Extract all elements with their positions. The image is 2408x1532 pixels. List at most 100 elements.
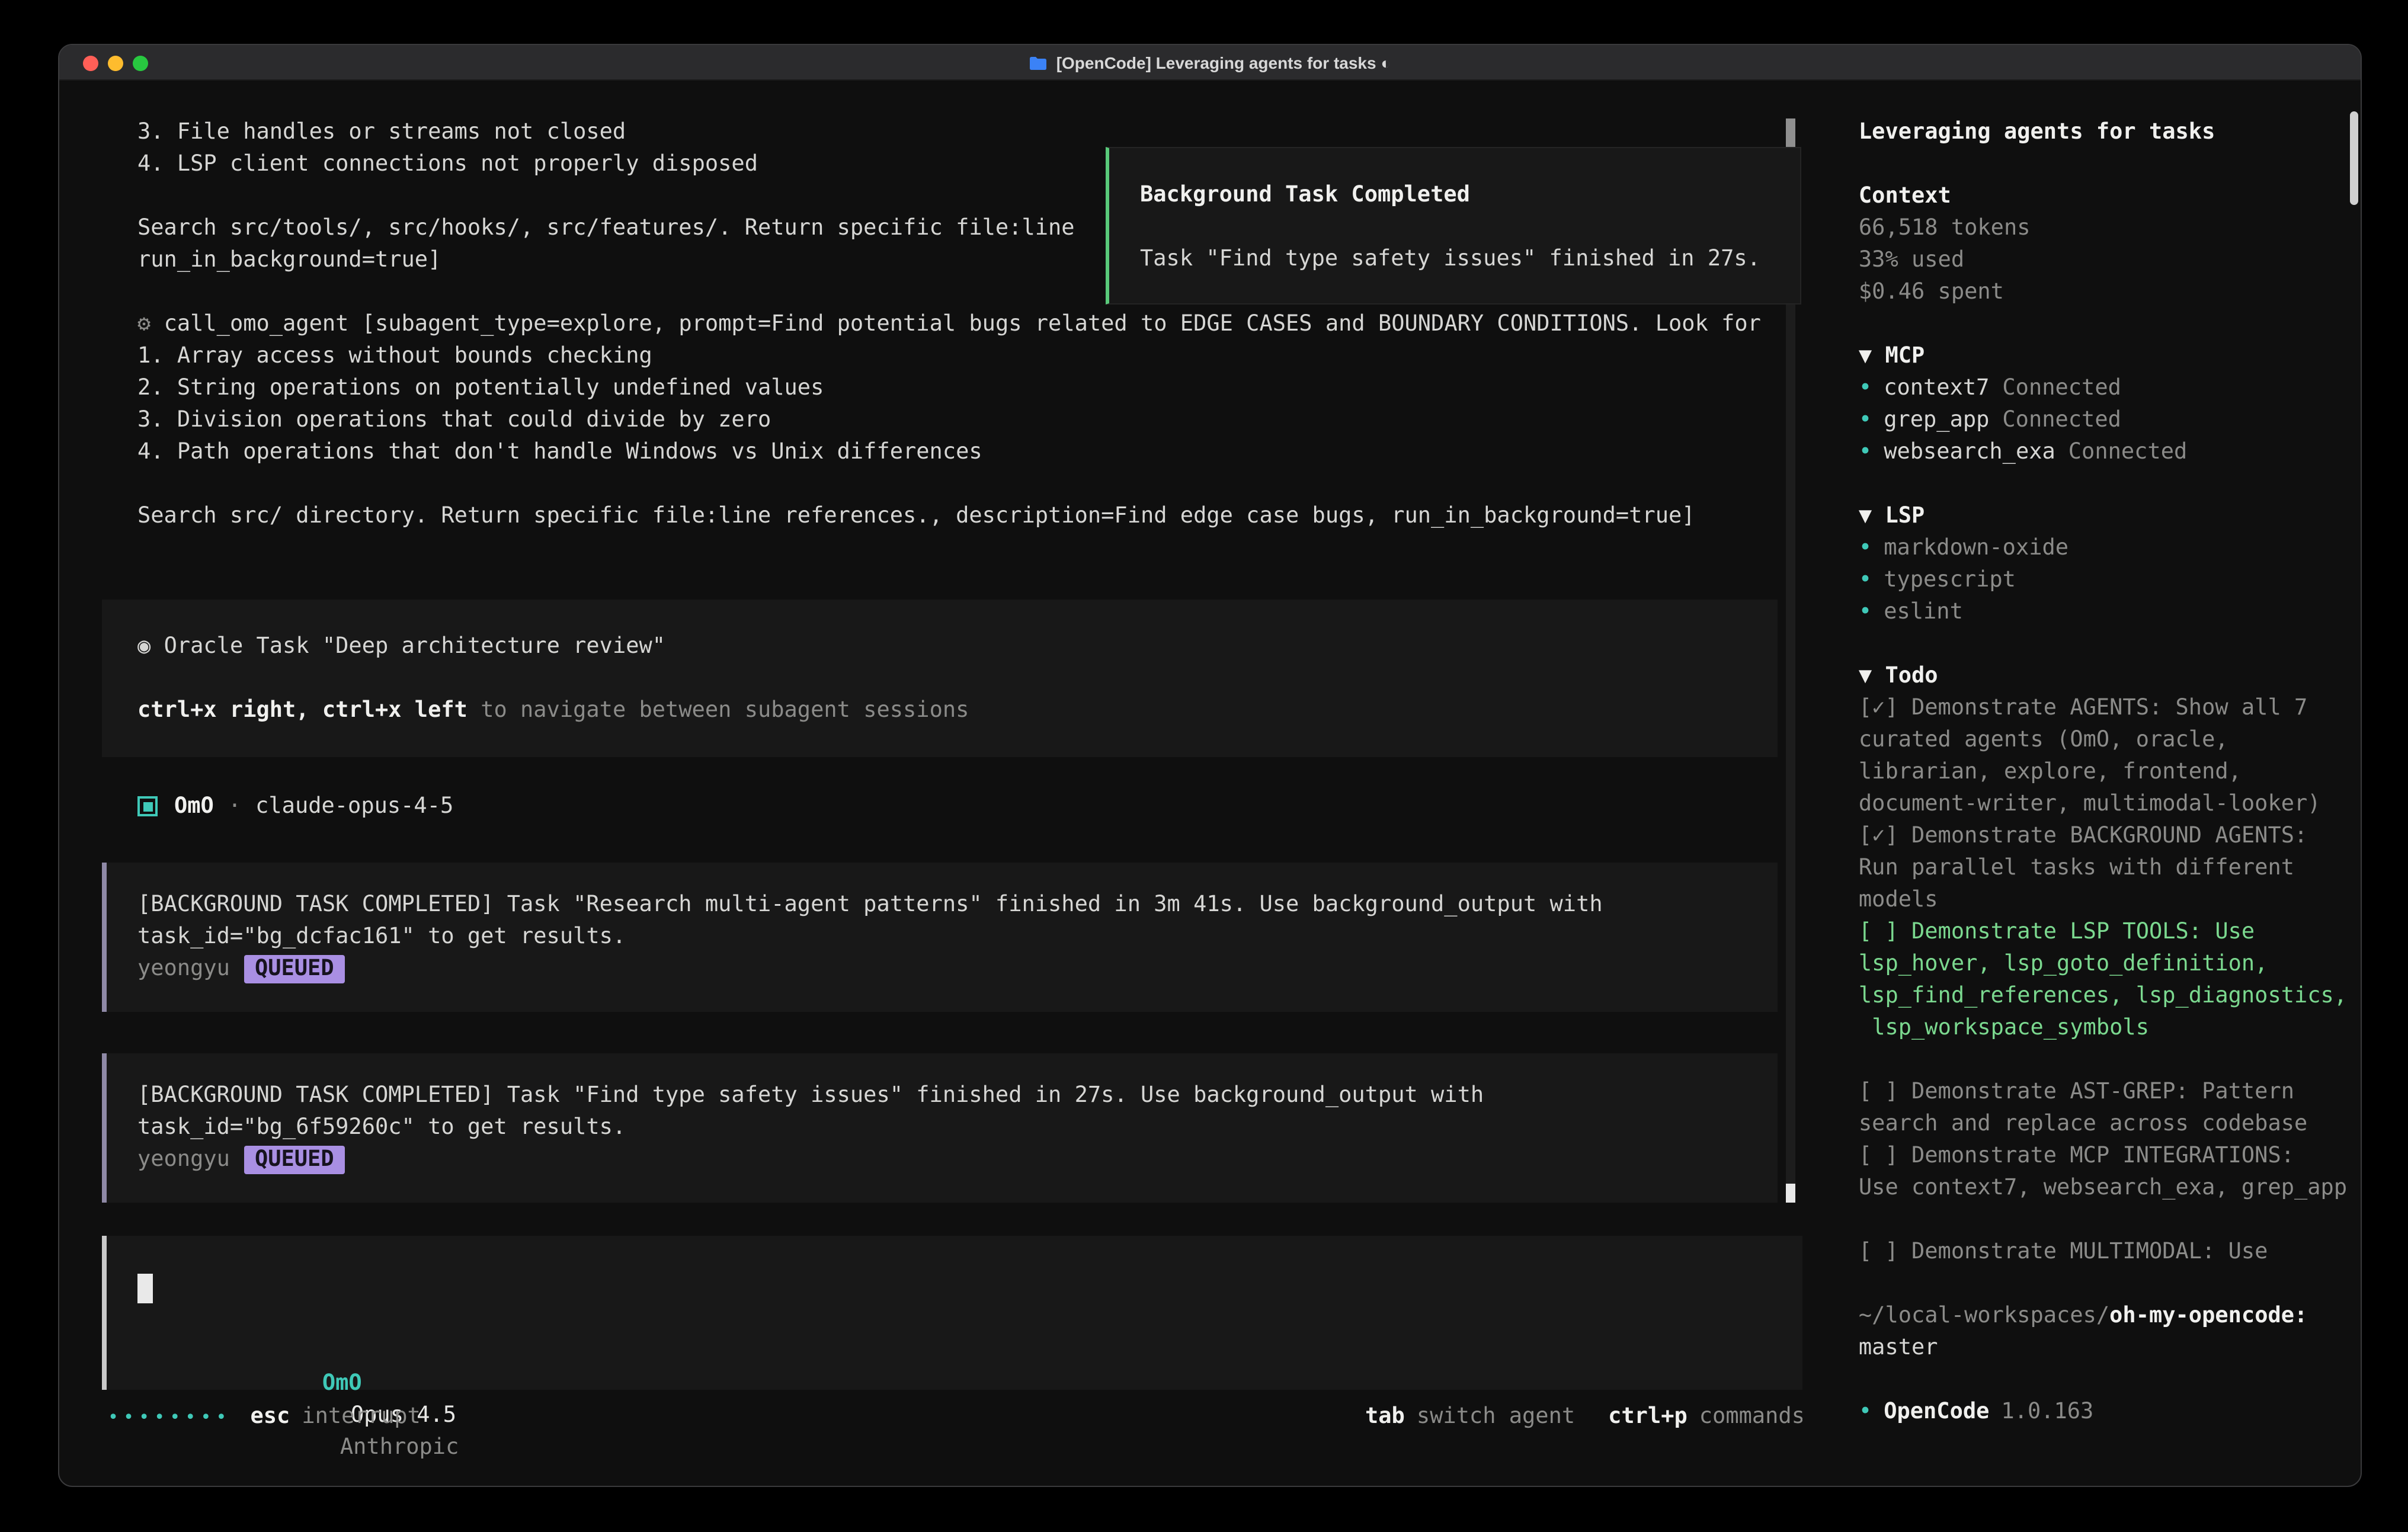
window-title-suffix: ◐: [1381, 53, 1391, 72]
bullet-icon: •: [1859, 1399, 1872, 1424]
chat-line: 2. String operations on potentially unde…: [102, 372, 1803, 404]
screen: [OpenCode] Leveraging agents for tasks ◐…: [0, 0, 2408, 1532]
todo-section-heading[interactable]: ▼ Todo: [1859, 660, 2361, 692]
app-version: 1.0.163: [2001, 1399, 2093, 1424]
mcp-status: Connected: [2002, 376, 2121, 400]
mcp-name: grep_app: [1884, 408, 1989, 432]
current-agent-label[interactable]: OmO: [322, 1367, 362, 1399]
app-version-row: • OpenCode 1.0.163: [1859, 1396, 2361, 1428]
shortcut-keys: ctrl+x right, ctrl+x left: [137, 698, 467, 723]
mcp-item: • websearch_exa Connected: [1859, 436, 2361, 468]
agent-name: OmO: [174, 790, 214, 822]
chat-scrollbar-thumb[interactable]: [1786, 1184, 1795, 1203]
message-meta: yeongyu QUEUED: [107, 953, 1778, 985]
ctrlp-key-hint: ctrl+p: [1608, 1404, 1687, 1429]
tool-call-text: call_omo_agent [subagent_type=explore, p…: [164, 312, 1761, 336]
chat-line: 3. Division operations that could divide…: [102, 404, 1803, 436]
oracle-task-panel[interactable]: ◉ Oracle Task "Deep architecture review"…: [102, 600, 1778, 757]
mcp-status: Connected: [2068, 440, 2188, 464]
message-block: [BACKGROUND TASK COMPLETED] Task "Find t…: [102, 1053, 1778, 1203]
message-text: [BACKGROUND TASK COMPLETED] Task "Resear…: [107, 889, 1778, 921]
ctrlp-key-label: commands: [1699, 1404, 1803, 1429]
bullet-icon: •: [1859, 440, 1872, 464]
chat-line: 4. Path operations that don't handle Win…: [102, 436, 1803, 468]
todo-item-done: [✓] Demonstrate AGENTS: Show all 7 curat…: [1859, 692, 2361, 820]
esc-key-hint: esc: [251, 1404, 290, 1429]
current-provider-label: Anthropic: [340, 1431, 459, 1463]
message-block: [BACKGROUND TASK COMPLETED] Task "Resear…: [102, 863, 1778, 1012]
session-sidebar: Leveraging agents for tasks Context 66,5…: [1834, 81, 2361, 1487]
toast-title: Background Task Completed: [1109, 179, 1800, 211]
status-right: tab switch agent ctrl+p commands: [1365, 1404, 1803, 1429]
todo-item-pending: [ ] Demonstrate MCP INTEGRATIONS: Use co…: [1859, 1140, 2361, 1204]
text-cursor: [137, 1273, 153, 1303]
oracle-task-title: ◉ Oracle Task "Deep architecture review": [102, 630, 1778, 662]
window-title: [OpenCode] Leveraging agents for tasks ◐: [59, 45, 2361, 83]
todo-item-done: [✓] Demonstrate BACKGROUND AGENTS: Run p…: [1859, 820, 2361, 916]
agent-icon: [137, 796, 158, 816]
message-author: yeongyu: [137, 1147, 230, 1172]
toast-body: Task "Find type safety issues" finished …: [1109, 243, 1800, 275]
mcp-section-heading[interactable]: ▼ MCP: [1859, 340, 2361, 372]
status-left: •••••••• esc interrupt: [102, 1404, 421, 1429]
window-title-text: [OpenCode] Leveraging agents for tasks: [1056, 53, 1376, 72]
esc-key-label: interrupt: [302, 1404, 421, 1429]
session-title: Leveraging agents for tasks: [1859, 116, 2361, 148]
chat-area: 3. File handles or streams not closed 4.…: [59, 81, 1803, 1487]
agent-model: claude-opus-4-5: [255, 790, 453, 822]
context-tokens: 66,518 tokens: [1859, 212, 2361, 244]
status-bar: •••••••• esc interrupt tab switch agent …: [102, 1400, 1803, 1432]
chat-line: Search src/ directory. Return specific f…: [102, 500, 1803, 532]
record-icon: ◉: [137, 634, 150, 659]
sidebar-scrollbar-thumb[interactable]: [2350, 111, 2358, 205]
bullet-icon: •: [1859, 600, 1872, 624]
separator-dot: ·: [228, 790, 241, 822]
agent-header: OmO · claude-opus-4-5: [102, 790, 1803, 822]
lsp-item: •eslint: [1859, 596, 2361, 628]
activity-dots-icon: ••••••••: [108, 1406, 232, 1427]
status-badge: QUEUED: [244, 1146, 345, 1174]
message-author: yeongyu: [137, 956, 230, 981]
folder-icon: [1029, 47, 1048, 83]
mcp-name: websearch_exa: [1884, 440, 2055, 464]
input-model-row: OmO Opus 4.5 Anthropic: [107, 1335, 1803, 1367]
message-text: [BACKGROUND TASK COMPLETED] Task "Find t…: [107, 1079, 1778, 1111]
tool-call-line: ⚙ call_omo_agent [subagent_type=explore,…: [102, 308, 1803, 340]
message-text: task_id="bg_dcfac161" to get results.: [107, 921, 1778, 953]
status-badge: QUEUED: [244, 955, 345, 983]
bullet-icon: •: [1859, 568, 1872, 592]
workspace-path: ~/local-workspaces/oh-my-opencode:: [1859, 1300, 2361, 1332]
mcp-item: • grep_app Connected: [1859, 404, 2361, 436]
gear-icon: ⚙: [137, 312, 150, 336]
titlebar: [OpenCode] Leveraging agents for tasks ◐: [59, 45, 2361, 81]
todo-item-active: [ ] Demonstrate LSP TOOLS: Use lsp_hover…: [1859, 916, 2361, 1044]
mcp-status: Connected: [2002, 408, 2121, 432]
bullet-icon: •: [1859, 408, 1872, 432]
shortcut-text: to navigate between subagent sessions: [481, 698, 969, 723]
message-meta: yeongyu QUEUED: [107, 1143, 1778, 1175]
bullet-icon: •: [1859, 376, 1872, 400]
chat-scrollbar-thumb-top[interactable]: [1786, 118, 1795, 147]
context-heading: Context: [1859, 180, 2361, 212]
app-name: OpenCode: [1884, 1399, 1989, 1424]
todo-item-pending: [ ] Demonstrate AST-GREP: Pattern search…: [1859, 1076, 2361, 1140]
lsp-item: •markdown-oxide: [1859, 532, 2361, 564]
input-cursor-line: [107, 1271, 1803, 1303]
lsp-section-heading[interactable]: ▼ LSP: [1859, 500, 2361, 532]
lsp-item: •typescript: [1859, 564, 2361, 596]
oracle-shortcut-hint: ctrl+x right, ctrl+x left to navigate be…: [102, 694, 1778, 726]
git-branch: master: [1859, 1332, 2361, 1364]
opencode-window: [OpenCode] Leveraging agents for tasks ◐…: [58, 44, 2362, 1487]
chat-line: 3. File handles or streams not closed: [102, 116, 1803, 148]
context-used: 33% used: [1859, 244, 2361, 276]
content-row: 3. File handles or streams not closed 4.…: [59, 81, 2361, 1487]
tab-key-hint: tab: [1365, 1404, 1405, 1429]
message-text: task_id="bg_6f59260c" to get results.: [107, 1111, 1778, 1143]
prompt-input[interactable]: OmO Opus 4.5 Anthropic: [102, 1236, 1803, 1390]
background-task-toast: Background Task Completed Task "Find typ…: [1106, 147, 1801, 305]
workspace-name: oh-my-opencode:: [2109, 1303, 2307, 1328]
chat-line: 1. Array access without bounds checking: [102, 340, 1803, 372]
mcp-item: • context7 Connected: [1859, 372, 2361, 404]
bullet-icon: •: [1859, 536, 1872, 560]
mcp-name: context7: [1884, 376, 1989, 400]
